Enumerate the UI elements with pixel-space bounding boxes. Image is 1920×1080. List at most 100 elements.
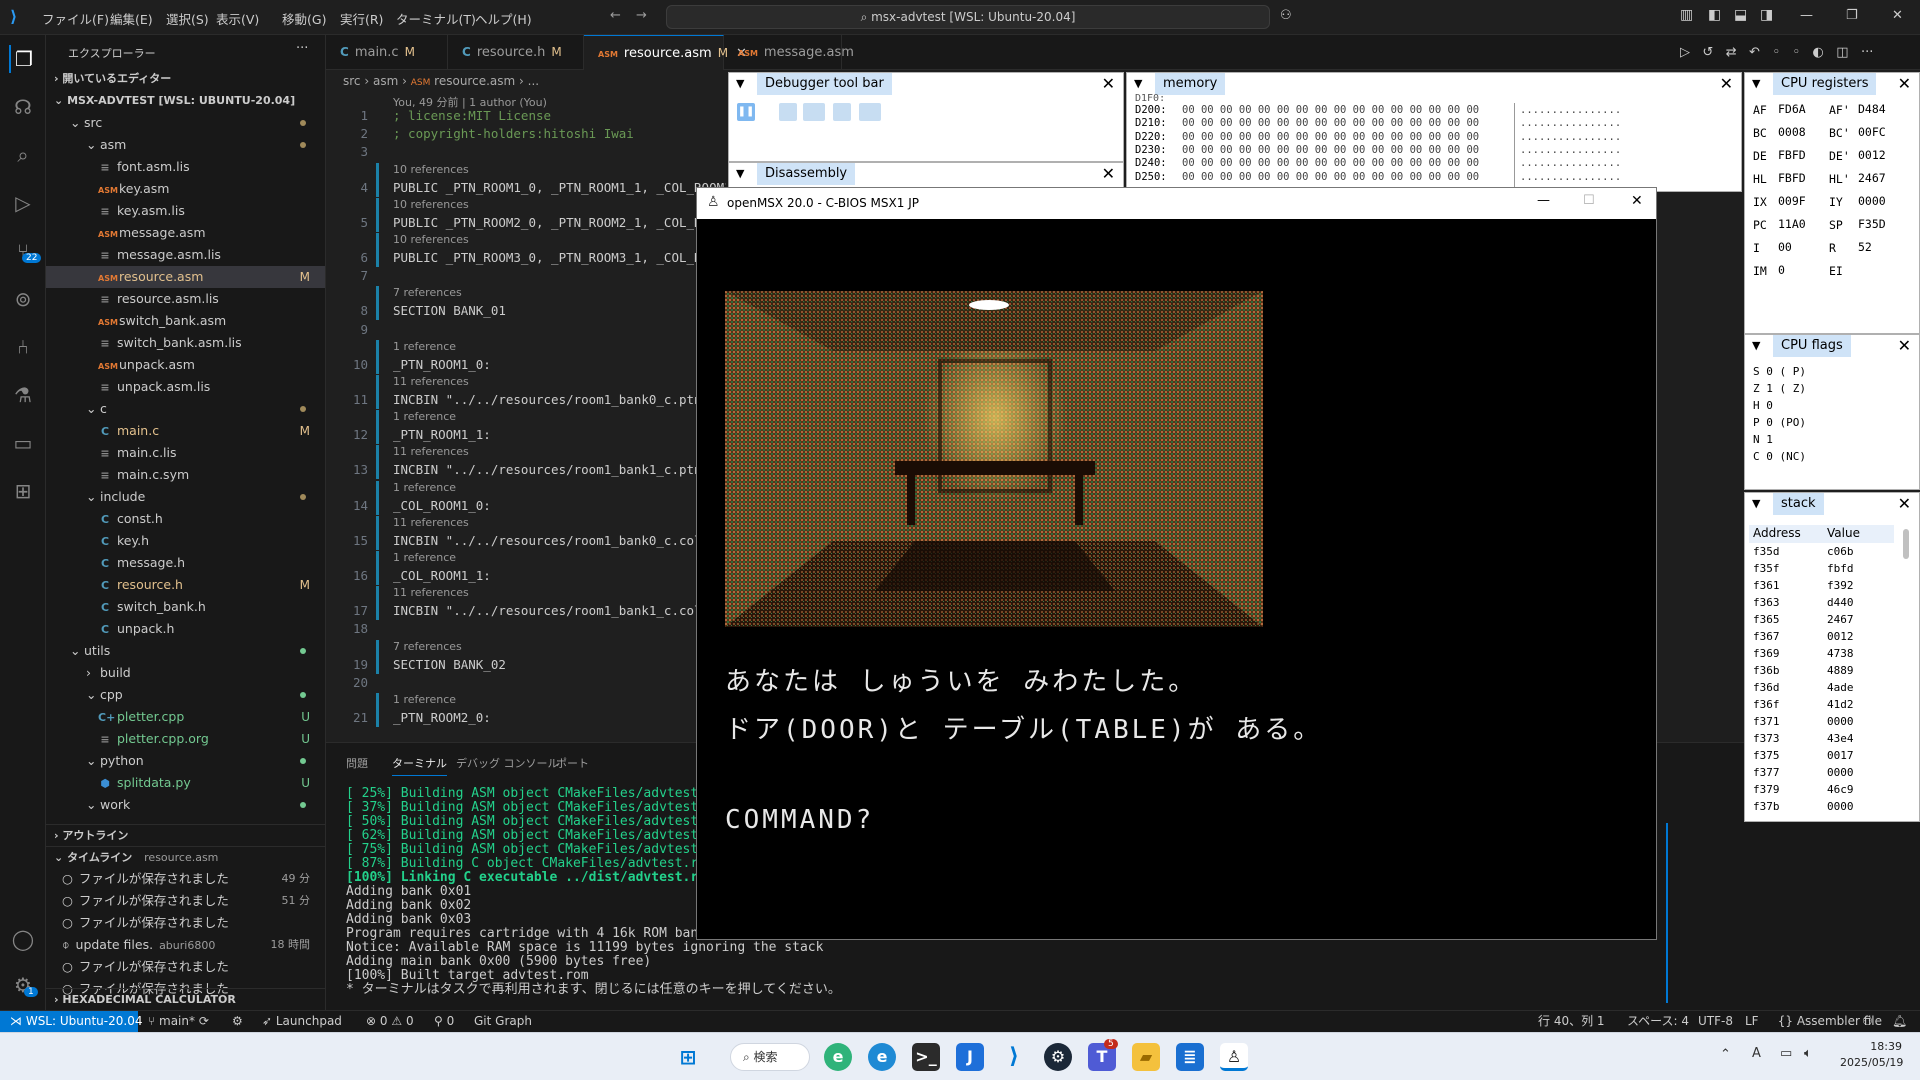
forward-arrow-icon[interactable]: → <box>636 8 647 23</box>
more-actions-icon[interactable]: ··· <box>1861 45 1873 60</box>
register-value[interactable]: FD6A <box>1775 101 1815 117</box>
outline-section[interactable]: › アウトライン <box>46 824 325 846</box>
file-explorer-icon[interactable]: ▰ <box>1132 1043 1160 1071</box>
minimize-button[interactable]: — <box>1800 8 1813 23</box>
tree-item[interactable]: ≡ main.c.lis <box>46 442 325 464</box>
register-value[interactable]: D484 <box>1855 101 1895 117</box>
code-lens-references[interactable]: 1 reference <box>393 340 456 353</box>
menu-item[interactable]: 編集(E) <box>110 9 153 28</box>
timeline-item[interactable]: ○ ファイルが保存されました <box>46 912 325 934</box>
menu-item[interactable]: 選択(S) <box>166 9 209 28</box>
clock[interactable]: 18:39 2025/05/19 <box>1840 1039 1903 1071</box>
tree-item[interactable]: Ckey.h <box>46 530 325 552</box>
step-in-icon[interactable] <box>779 103 797 121</box>
git-branch[interactable]: ⑂ main* ⟳ <box>148 1011 209 1032</box>
dock-triangle-icon[interactable]: ▼ <box>1752 497 1760 510</box>
register-value[interactable]: 0008 <box>1775 124 1815 140</box>
tree-item[interactable]: ≡ pletter.cpp.org U <box>46 728 325 750</box>
terminal-icon[interactable]: >_ <box>912 1043 940 1071</box>
jdk-app-icon[interactable]: J <box>956 1043 984 1071</box>
next-change-icon[interactable]: ◦ <box>1792 45 1800 60</box>
step-back-icon[interactable] <box>859 103 881 121</box>
run-debug-icon[interactable]: ▷ <box>9 189 37 217</box>
testing-icon[interactable]: ⚗ <box>9 381 37 409</box>
command-prompt[interactable]: COMMAND? <box>725 805 874 835</box>
tree-item[interactable]: ≡ switch_bank.asm.lis <box>46 332 325 354</box>
step-out-icon[interactable] <box>833 103 851 121</box>
debug-icon[interactable]: ⚙ <box>232 1011 243 1032</box>
workspace-section[interactable]: ⌄ MSX-ADVTEST [WSL: UBUNTU-20.04] <box>46 90 325 112</box>
copilot-status-icon[interactable]: ⚇ <box>1862 1011 1873 1032</box>
register-value[interactable]: FBFD <box>1775 170 1815 186</box>
register-value[interactable]: F35D <box>1855 216 1895 232</box>
tree-item[interactable]: ≡ key.asm.lis <box>46 200 325 222</box>
editor-tab[interactable]: ASM message.asm <box>724 35 854 70</box>
close-icon[interactable]: ✕ <box>1720 74 1733 93</box>
account-icon[interactable]: ◯ <box>9 925 37 953</box>
tree-item[interactable]: C+ pletter.cpp U <box>46 706 325 728</box>
extensions-icon[interactable]: ⊞ <box>9 477 37 505</box>
ports-indicator[interactable]: ⚲ 0 <box>434 1011 454 1032</box>
chevron-up-icon[interactable]: ⌃ <box>1720 1047 1731 1062</box>
tree-item[interactable]: ≡ main.c.sym <box>46 464 325 486</box>
remote-indicator[interactable]: ⋊ WSL: Ubuntu-20.04 <box>0 1011 142 1032</box>
back-arrow-icon[interactable]: ← <box>610 8 621 23</box>
close-button[interactable]: ✕ <box>1631 193 1643 209</box>
tree-item[interactable]: Cunpack.h <box>46 618 325 640</box>
menu-item[interactable]: 移動(G) <box>282 9 326 28</box>
command-center-search[interactable]: ⌕ msx-advtest [WSL: Ubuntu-20.04] <box>666 5 1270 29</box>
tree-item[interactable]: ASMresource.asm M <box>46 266 325 288</box>
tree-item[interactable]: ≡ font.asm.lis <box>46 156 325 178</box>
code-editor[interactable]: src › asm › ASM resource.asm › ... You, … <box>326 70 726 742</box>
tree-item[interactable]: ⌄ cpp <box>46 684 325 706</box>
copilot-icon[interactable]: ⚇ <box>1280 8 1292 23</box>
more-actions-icon[interactable]: ··· <box>296 41 308 56</box>
step-over-icon[interactable] <box>803 103 825 121</box>
editor-tab[interactable]: ASM resource.asm M ✕ <box>584 35 747 70</box>
panel-tab[interactable]: ターミナル <box>392 755 447 776</box>
timeline-icon[interactable]: ↺ <box>1702 45 1713 60</box>
timeline-item[interactable]: ○ ファイルが保存されました 51 分 <box>46 890 325 912</box>
code-lens-references[interactable]: 7 references <box>393 640 462 653</box>
network-icon[interactable]: ▭ <box>1780 1046 1792 1061</box>
tree-item[interactable]: ASMswitch_bank.asm <box>46 310 325 332</box>
tree-item[interactable]: ⌄ src <box>46 112 325 134</box>
toggle-secondary-sidebar-icon[interactable]: ◨ <box>1760 7 1773 23</box>
maximize-button[interactable]: ☐ <box>1583 193 1595 208</box>
timeline-item[interactable]: ○ ファイルが保存されました 49 分 <box>46 868 325 890</box>
code-lens-references[interactable]: 1 reference <box>393 410 456 423</box>
dock-triangle-icon[interactable]: ▼ <box>736 77 744 90</box>
copilot-chat-icon[interactable]: ☊ <box>9 93 37 121</box>
open-changes-icon[interactable]: ◐ <box>1813 45 1824 60</box>
code-lens-references[interactable]: 11 references <box>393 586 469 599</box>
cursor-position[interactable]: 行 40、列 1 <box>1538 1011 1605 1032</box>
toggle-sidebar-icon[interactable]: ◧ <box>1708 7 1721 23</box>
problems-indicator[interactable]: ⊗ 0 ⚠ 0 <box>366 1011 414 1032</box>
tree-item[interactable]: ASMunpack.asm <box>46 354 325 376</box>
code-lens-references[interactable]: 10 references <box>393 163 469 176</box>
panel-tab[interactable]: ポート <box>556 755 589 771</box>
tree-item[interactable]: ≡ unpack.asm.lis <box>46 376 325 398</box>
pause-icon[interactable]: ❚❚ <box>737 103 755 121</box>
run-icon[interactable]: ▷ <box>1680 45 1690 60</box>
panel-tab[interactable]: デバッグ コンソール <box>456 755 559 771</box>
register-value[interactable]: 009F <box>1775 193 1815 209</box>
menu-item[interactable]: ファイル(F) <box>42 9 109 28</box>
vscode-icon[interactable]: ⟩ <box>1000 1043 1028 1071</box>
tree-item[interactable]: Cconst.h <box>46 508 325 530</box>
panel-tab[interactable]: 問題 <box>346 755 368 771</box>
register-value[interactable]: 52 <box>1855 239 1895 255</box>
tree-item[interactable]: ASMkey.asm <box>46 178 325 200</box>
tree-item[interactable]: › build <box>46 662 325 684</box>
dock-triangle-icon[interactable]: ▼ <box>1752 339 1760 352</box>
tree-item[interactable]: ⬢ splitdata.py U <box>46 772 325 794</box>
close-icon[interactable]: ✕ <box>1102 164 1115 183</box>
split-editor-icon[interactable]: ◫ <box>1836 45 1848 60</box>
close-icon[interactable]: ✕ <box>1898 336 1911 355</box>
tree-item[interactable]: Cmessage.h <box>46 552 325 574</box>
close-icon[interactable]: ✕ <box>1102 74 1115 93</box>
revert-icon[interactable]: ↶ <box>1749 45 1760 60</box>
tree-item[interactable]: ⌄ include <box>46 486 325 508</box>
explorer-icon[interactable]: ❐ <box>9 45 37 73</box>
remote-explorer-icon[interactable]: ⊚ <box>9 285 37 313</box>
